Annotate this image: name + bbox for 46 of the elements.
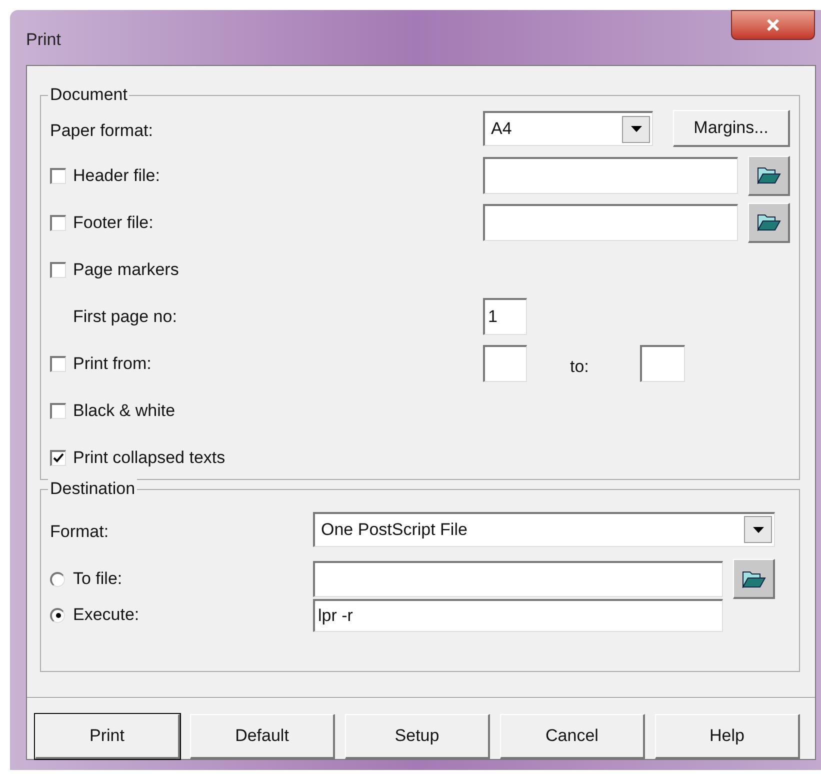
- close-button[interactable]: [731, 10, 815, 40]
- checkbox-label: Black & white: [73, 400, 176, 422]
- close-icon: [765, 18, 781, 32]
- checkbox-label: Page markers: [73, 258, 179, 281]
- browse-button[interactable]: [748, 202, 790, 242]
- dialog-button[interactable]: Default: [190, 714, 335, 759]
- checkbox[interactable]: [50, 214, 66, 230]
- checkbox[interactable]: [50, 450, 66, 466]
- checkbox-label: Header file:: [73, 164, 160, 187]
- input-field[interactable]: [483, 345, 527, 382]
- caret-icon: [744, 516, 772, 543]
- radio-button[interactable]: [50, 608, 65, 622]
- dialog-button[interactable]: Setup: [345, 714, 490, 759]
- input-field[interactable]: [483, 157, 738, 194]
- checkbox-label: Print from:: [73, 352, 152, 375]
- radio-button[interactable]: [50, 572, 65, 586]
- input-field[interactable]: [313, 561, 723, 597]
- caret-icon: [622, 116, 650, 142]
- input-field[interactable]: [483, 204, 738, 241]
- field-label: Paper format:: [50, 120, 153, 142]
- dialog-button[interactable]: Cancel: [500, 714, 645, 759]
- checkbox[interactable]: [50, 262, 66, 278]
- radio-label: Execute:: [73, 604, 140, 626]
- checkbox-label: Print collapsed texts: [73, 446, 226, 469]
- checkbox[interactable]: [50, 356, 66, 372]
- browse-button[interactable]: [748, 156, 790, 196]
- checkbox-label: Footer file:: [73, 212, 154, 234]
- input-field[interactable]: [640, 345, 685, 382]
- radio-label: To file:: [73, 568, 122, 590]
- folder-icon: [742, 570, 766, 588]
- margins-button[interactable]: Margins...: [673, 110, 790, 147]
- browse-button[interactable]: [733, 559, 775, 599]
- checkbox[interactable]: [50, 168, 66, 184]
- window-title: Print: [26, 29, 61, 51]
- field-label: First page no:: [73, 306, 177, 328]
- field-label: Format:: [50, 521, 109, 544]
- dropdown[interactable]: One PostScript File: [313, 512, 775, 546]
- dialog-button[interactable]: Help: [655, 714, 800, 759]
- folder-icon: [756, 213, 780, 231]
- dialog-button[interactable]: Print: [35, 714, 180, 759]
- dropdown[interactable]: A4: [483, 111, 653, 146]
- checkbox[interactable]: [50, 402, 66, 418]
- input-field[interactable]: 1: [483, 298, 527, 335]
- folder-icon: [756, 166, 780, 184]
- field-label: to:: [570, 356, 590, 378]
- input-field[interactable]: lpr -r: [313, 598, 723, 632]
